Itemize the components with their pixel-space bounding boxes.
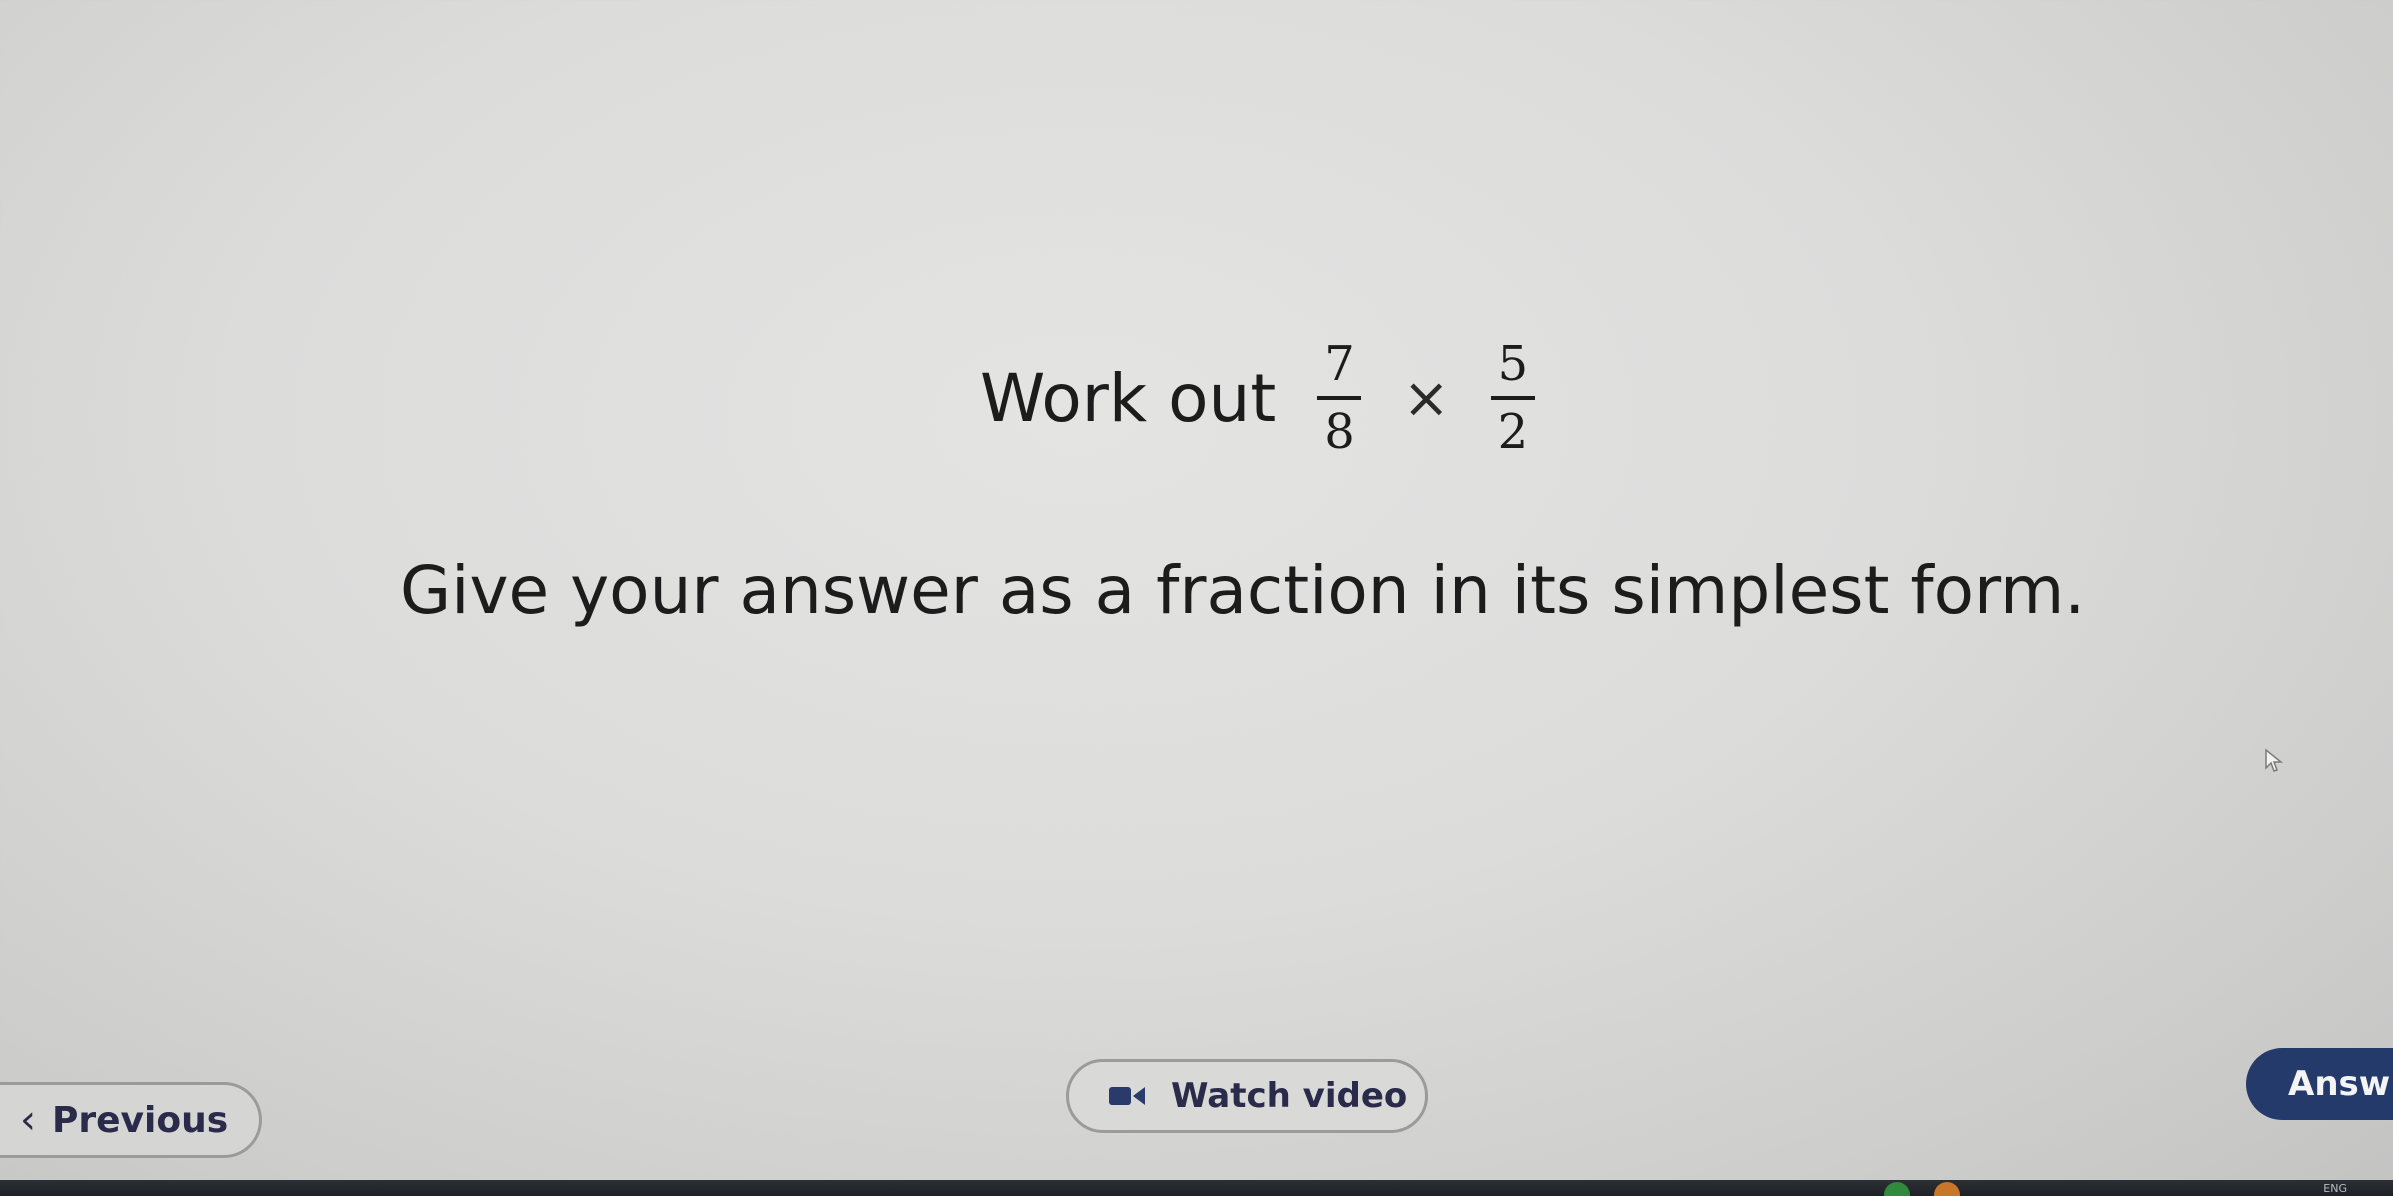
- mouse-cursor-icon: [2265, 748, 2284, 772]
- previous-label: Previous: [52, 1099, 229, 1141]
- fraction-a-denominator: 8: [1324, 404, 1355, 460]
- previous-button[interactable]: ‹ Previous: [0, 1082, 262, 1158]
- multiply-operator: ×: [1402, 365, 1450, 431]
- question: Work out 7 8 × 5 2: [980, 340, 1542, 456]
- fraction-five-halves: 5 2: [1490, 340, 1537, 456]
- taskbar-app-icon[interactable]: [1934, 1182, 1960, 1196]
- watch-video-button[interactable]: Watch video: [1066, 1059, 1428, 1133]
- taskbar: ENG: [0, 1180, 2393, 1196]
- fraction-b-denominator: 2: [1497, 404, 1529, 460]
- video-camera-icon: [1109, 1087, 1145, 1105]
- instruction-text: Give your answer as a fraction in its si…: [400, 552, 2086, 629]
- answer-label: Answ: [2288, 1064, 2391, 1104]
- fraction-a-numerator: 7: [1324, 336, 1355, 392]
- watch-video-label: Watch video: [1171, 1076, 1408, 1116]
- taskbar-app-icon[interactable]: [1884, 1182, 1910, 1196]
- chevron-left-icon: ‹: [20, 1097, 36, 1143]
- answer-button[interactable]: Answ: [2246, 1048, 2393, 1120]
- fraction-seven-eighths: 7 8: [1316, 340, 1363, 456]
- fraction-b-numerator: 5: [1497, 336, 1529, 392]
- language-indicator[interactable]: ENG: [2323, 1182, 2347, 1195]
- question-lead: Work out: [980, 359, 1277, 437]
